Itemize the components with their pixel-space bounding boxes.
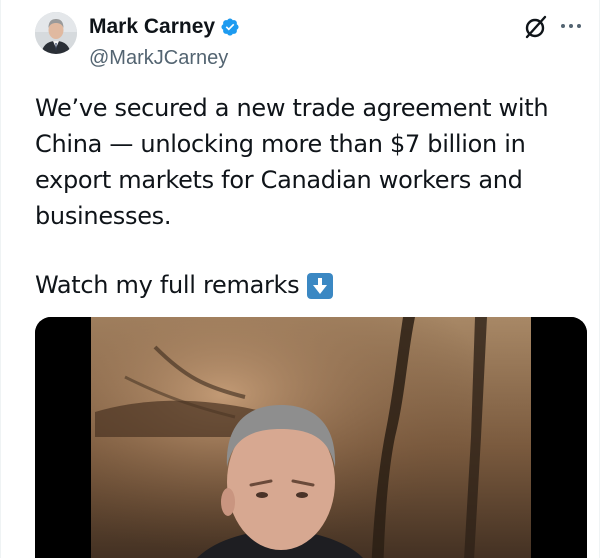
author-display-name[interactable]: Mark Carney (89, 14, 215, 40)
tweet-text: We’ve secured a new trade agreement with… (35, 90, 575, 234)
author-name-row[interactable]: Mark Carney (89, 14, 240, 40)
tweet-paragraph: We’ve secured a new trade agreement with… (35, 94, 549, 230)
more-horizontal-icon[interactable] (558, 16, 586, 36)
grok-icon[interactable] (523, 14, 549, 40)
author-handle[interactable]: @MarkJCarney (89, 46, 228, 70)
video-thumbnail[interactable] (35, 317, 587, 558)
tweet-card[interactable]: Mark Carney @MarkJCarney We’ve secured a… (0, 0, 600, 558)
down-arrow-icon (307, 273, 334, 299)
avatar[interactable] (35, 12, 77, 54)
watch-remarks-text: Watch my full remarks (35, 271, 300, 299)
watch-remarks-line: Watch my full remarks (35, 267, 334, 303)
verified-badge-icon (220, 17, 240, 37)
